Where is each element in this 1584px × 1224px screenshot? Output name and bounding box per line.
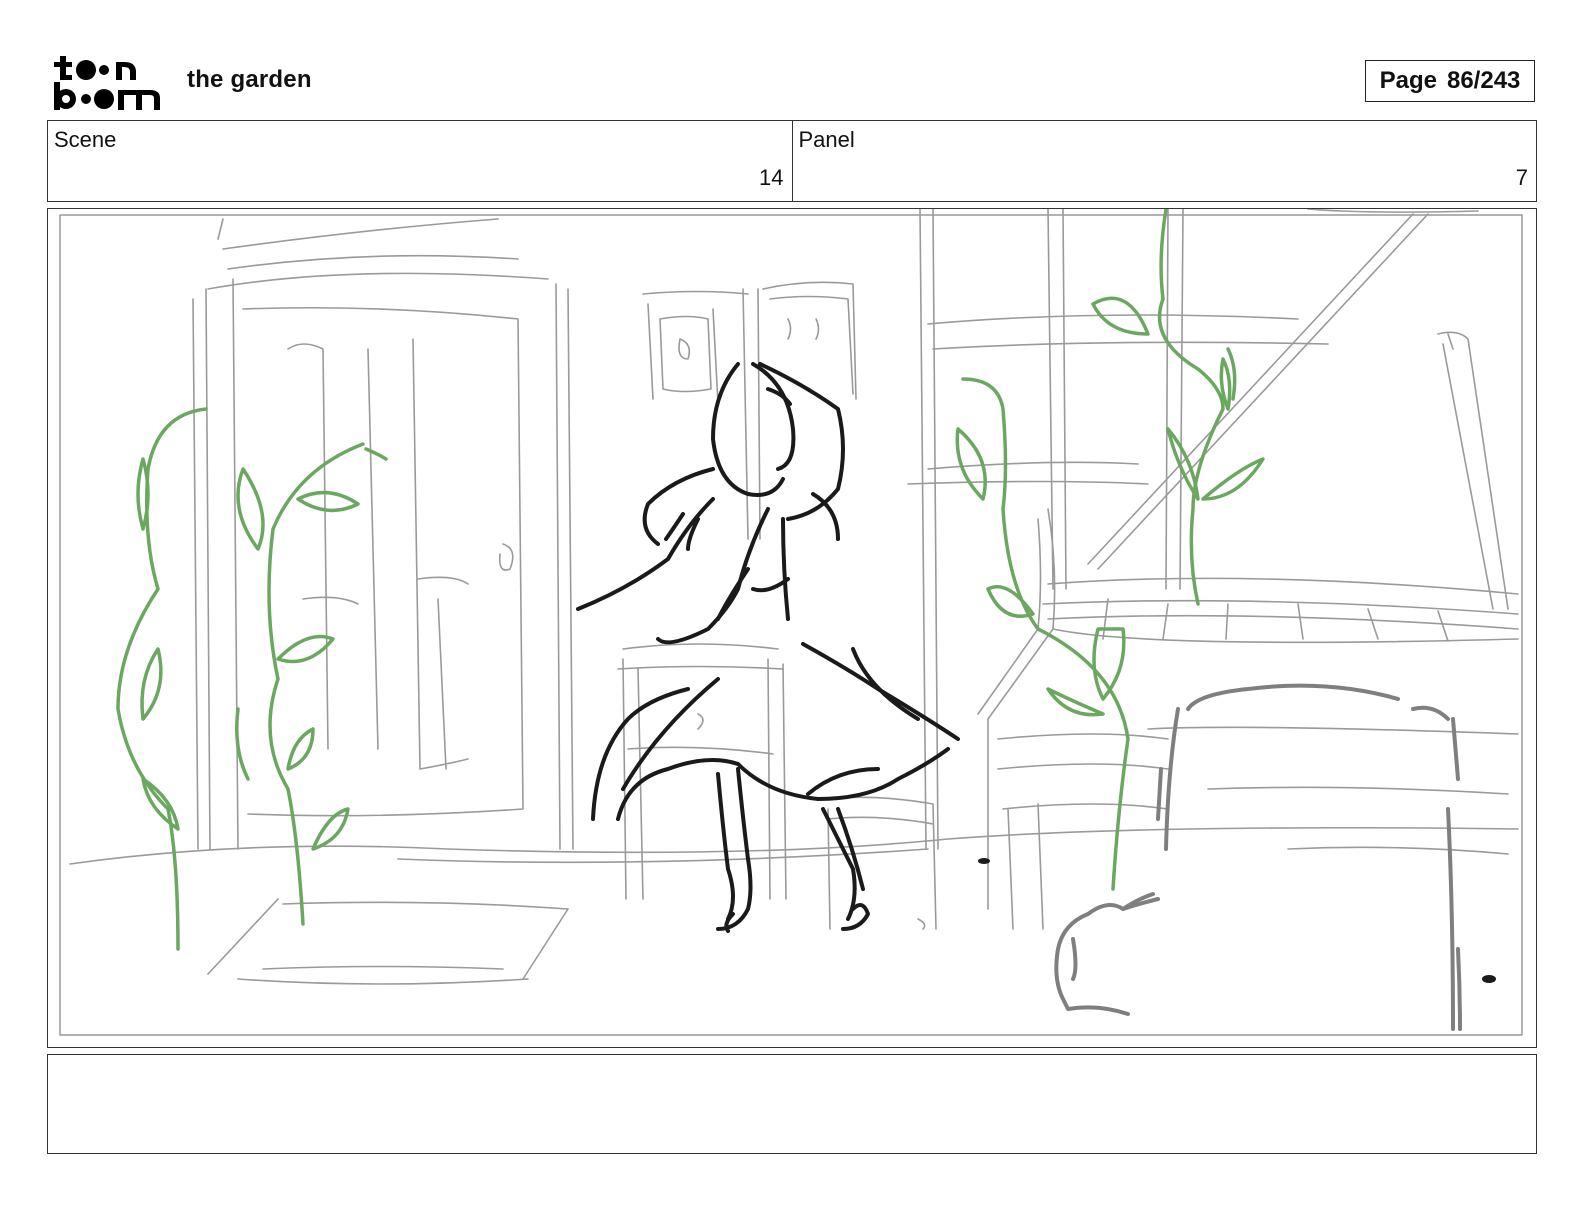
toon-boom-logo [50,50,170,114]
inner-frame [59,214,1523,1036]
background-sketch [69,209,1519,985]
storyboard-panel [47,208,1537,1048]
page-indicator: Page 86/243 [1365,60,1535,102]
page-number: 86/243 [1446,67,1521,94]
scene-panel-info: Scene 14 Panel 7 [47,120,1537,202]
panel-cell: Panel 7 [791,121,1537,201]
panel-sketch-image [59,209,1523,1036]
scene-label: Scene [54,127,117,152]
project-title: the garden [187,66,312,93]
vine-sketch [116,209,1265,951]
panel-label: Panel [798,127,855,152]
scene-cell: Scene 14 [48,121,792,201]
scene-value: 14 [759,165,784,190]
panel-value: 7 [1515,165,1528,190]
page-label: Page [1379,67,1437,94]
panel-notes-box [47,1054,1537,1154]
